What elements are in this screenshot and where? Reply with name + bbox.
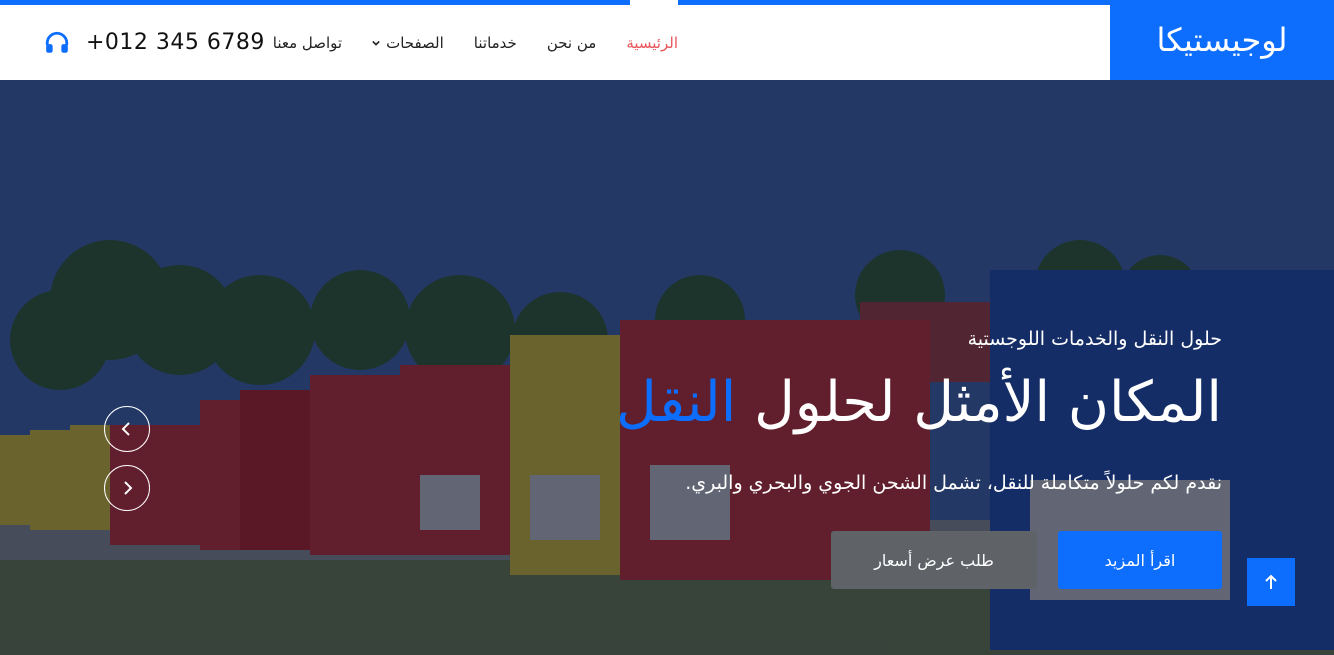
chevron-down-icon [372, 40, 380, 46]
nav-item-home[interactable]: الرئيسية [626, 34, 678, 52]
nav-item-services[interactable]: خدماتنا [474, 34, 517, 52]
top-stripe-gap [630, 0, 678, 5]
nav-item-label: الرئيسية [626, 33, 678, 52]
nav-item-contact[interactable]: تواصل معنا [273, 34, 342, 52]
hero-description: نقدم لكم حلولاً متكاملة للنقل، تشمل الشح… [685, 472, 1222, 494]
hero-title: المكان الأمثل لحلول النقل [616, 370, 1222, 435]
hero-title-accent: النقل [616, 370, 737, 435]
hero-title-main: المكان الأمثل لحلول [736, 370, 1222, 435]
request-quote-button[interactable]: طلب عرض أسعار [831, 531, 1037, 589]
nav-item-label: من نحن [546, 33, 597, 52]
carousel-next-button[interactable] [104, 465, 150, 511]
nav-item-label: خدماتنا [473, 33, 517, 52]
carousel-prev-button[interactable] [104, 406, 150, 452]
headphone-icon [45, 31, 69, 53]
nav-item-about[interactable]: من نحن [547, 34, 597, 52]
phone-contact[interactable]: +012 345 6789 [44, 5, 265, 80]
nav-item-pages[interactable]: الصفحات [372, 34, 444, 52]
chevron-right-icon [124, 481, 133, 495]
back-to-top-button[interactable] [1247, 558, 1295, 606]
read-more-button[interactable]: اقرأ المزيد [1058, 531, 1222, 589]
brand-logo[interactable]: لوجيستيكا [1110, 0, 1334, 80]
arrow-up-icon [1265, 574, 1277, 589]
phone-number[interactable]: +012 345 6789 [86, 30, 265, 55]
hero-subtitle: حلول النقل والخدمات اللوجستية [967, 328, 1222, 350]
chevron-left-icon [121, 422, 130, 436]
nav-item-label: الصفحات [386, 33, 444, 52]
main-nav: الرئيسية من نحن خدماتنا الصفحات تواصل مع… [273, 5, 678, 80]
hero-carousel: حلول النقل والخدمات اللوجستية المكان الأ… [0, 80, 1334, 655]
navbar: لوجيستيكا الرئيسية من نحن خدماتنا الصفحا… [0, 0, 1334, 80]
nav-item-label: تواصل معنا [272, 33, 343, 52]
